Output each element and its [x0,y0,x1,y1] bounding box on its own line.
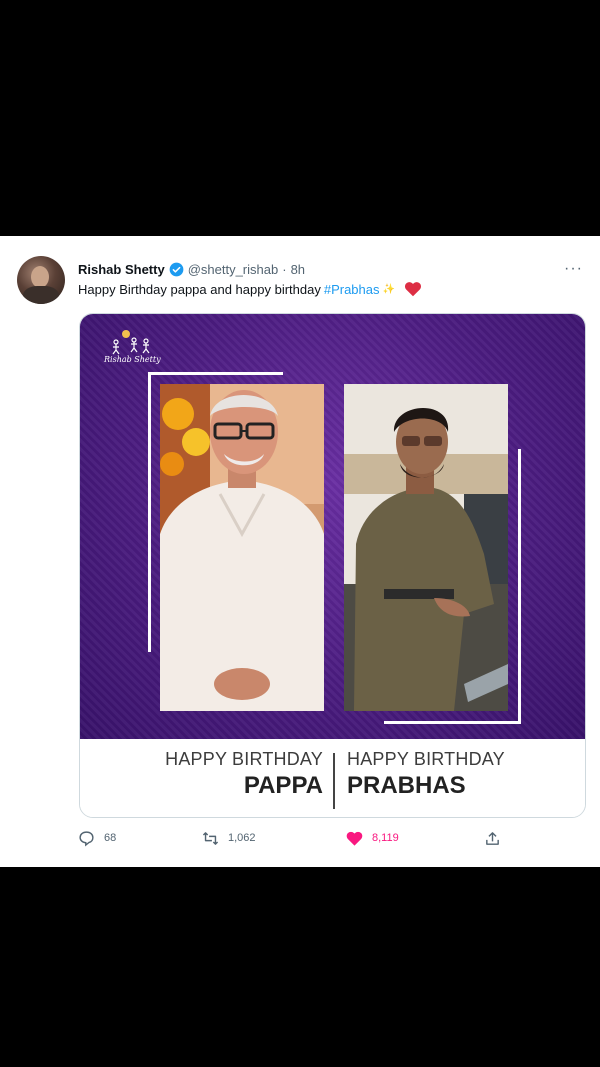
caption-divider [333,753,335,809]
sparkles-emoji: ✨ [382,283,395,295]
tweet-time[interactable]: 8h [291,262,305,277]
red-heart-emoji-icon [404,282,421,297]
author-name[interactable]: Rishab Shetty [78,262,165,277]
share-button[interactable] [484,828,501,848]
caption-left: HAPPY BIRTHDAY PAPPA [165,749,323,800]
reply-count: 68 [104,832,117,844]
tweet-header: Rishab Shetty @shetty_rishab · 8h [78,260,305,278]
reply-button[interactable]: 68 [78,828,116,848]
tweet-image[interactable]: Rishab Shetty HAPPY BIRTHDAY PAPPA HAPPY… [79,313,586,818]
retweet-button[interactable]: 1,062 [202,828,256,848]
tweet-actions: 68 1,062 8,119 [78,828,508,850]
meta-separator: · [282,261,287,277]
tweet-text: Happy Birthday pappa and happy birthday … [78,281,422,297]
avatar-face [31,266,49,288]
birthday-banner: Rishab Shetty [80,314,585,739]
verified-badge-icon [169,262,184,276]
rishab-shetty-logo: Rishab Shetty [103,330,161,364]
author-handle[interactable]: @shetty_rishab [188,262,279,277]
caption-left-top: HAPPY BIRTHDAY [165,749,323,769]
heart-icon [346,831,363,846]
share-icon [486,831,499,845]
tweet-card[interactable]: Rishab Shetty @shetty_rishab · 8h ··· Ha… [0,236,600,867]
caption-right-name: PRABHAS [347,772,466,799]
svg-text:Rishab Shetty: Rishab Shetty [103,355,161,364]
image-caption: HAPPY BIRTHDAY PAPPA HAPPY BIRTHDAY PRAB… [80,739,585,817]
caption-right: HAPPY BIRTHDAY PRABHAS [347,749,505,800]
caption-left-name: PAPPA [243,772,323,799]
tweet-text-body: Happy Birthday pappa and happy birthday [78,281,321,297]
retweet-icon [202,831,219,845]
like-count: 8,119 [372,832,399,844]
more-options-icon[interactable]: ··· [564,260,583,278]
reply-icon [79,830,94,846]
retweet-count: 1,062 [228,832,256,844]
hashtag-link[interactable]: #Prabhas [324,282,380,297]
prabhas-photo [344,384,508,711]
father-photo [160,384,324,711]
author-avatar[interactable] [17,256,65,304]
caption-right-top: HAPPY BIRTHDAY [347,749,505,769]
like-button[interactable]: 8,119 [346,828,399,848]
avatar-body [23,286,59,304]
